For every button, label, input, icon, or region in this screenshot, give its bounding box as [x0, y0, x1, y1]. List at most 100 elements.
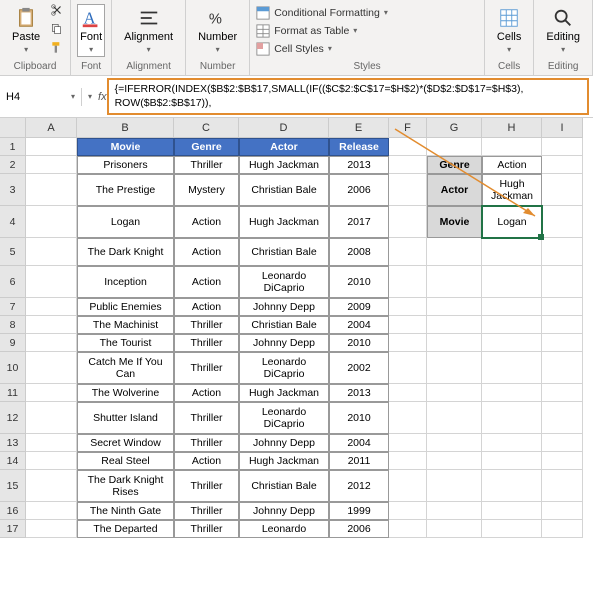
- row-header[interactable]: 15: [0, 470, 26, 502]
- cell[interactable]: [389, 402, 427, 434]
- cell[interactable]: [427, 266, 482, 298]
- row-header[interactable]: 11: [0, 384, 26, 402]
- row-header[interactable]: 4: [0, 206, 26, 238]
- cell[interactable]: [482, 384, 542, 402]
- format-table-button[interactable]: Format as Table▾: [256, 24, 388, 38]
- cells-button[interactable]: Cells ▾: [491, 5, 527, 56]
- cell-release[interactable]: 1999: [329, 502, 389, 520]
- cell[interactable]: [389, 266, 427, 298]
- cell-movie[interactable]: The Departed: [77, 520, 174, 538]
- cell-genre[interactable]: Action: [174, 452, 239, 470]
- cell[interactable]: [26, 298, 77, 316]
- row-header[interactable]: 7: [0, 298, 26, 316]
- cell-movie[interactable]: The Wolverine: [77, 384, 174, 402]
- cell[interactable]: [542, 206, 583, 238]
- cell-actor[interactable]: Leonardo: [239, 520, 329, 538]
- fx-icon[interactable]: fx: [98, 91, 107, 103]
- cell-movie[interactable]: The Dark Knight Rises: [77, 470, 174, 502]
- cell[interactable]: [482, 402, 542, 434]
- formula-input[interactable]: {=IFERROR(INDEX($B$2:$B$17,SMALL(IF(($C$…: [107, 78, 589, 115]
- cell[interactable]: [427, 138, 482, 156]
- cell[interactable]: [542, 138, 583, 156]
- cell[interactable]: [542, 238, 583, 266]
- cell[interactable]: [26, 238, 77, 266]
- cell-genre[interactable]: Action: [174, 238, 239, 266]
- cell-release[interactable]: 2017: [329, 206, 389, 238]
- cell-genre[interactable]: Action: [174, 206, 239, 238]
- format-painter-icon[interactable]: [50, 41, 64, 58]
- cell-release[interactable]: 2004: [329, 316, 389, 334]
- cell[interactable]: [389, 470, 427, 502]
- cell[interactable]: [389, 298, 427, 316]
- lookup-movie-value[interactable]: Logan: [482, 206, 542, 238]
- lookup-actor-value[interactable]: Hugh Jackman: [482, 174, 542, 206]
- col-header-c[interactable]: C: [174, 118, 239, 138]
- col-header-h[interactable]: H: [482, 118, 542, 138]
- cell-genre[interactable]: Thriller: [174, 520, 239, 538]
- row-header[interactable]: 8: [0, 316, 26, 334]
- cell-actor[interactable]: Johnny Depp: [239, 334, 329, 352]
- cell[interactable]: [26, 138, 77, 156]
- select-all-button[interactable]: [0, 118, 26, 138]
- col-header-e[interactable]: E: [329, 118, 389, 138]
- name-box[interactable]: H4▾: [0, 88, 82, 106]
- row-header[interactable]: 12: [0, 402, 26, 434]
- row-header[interactable]: 1: [0, 138, 26, 156]
- cell-actor[interactable]: Leonardo DiCaprio: [239, 352, 329, 384]
- cell-movie[interactable]: Prisoners: [77, 156, 174, 174]
- lookup-genre-value[interactable]: Action: [482, 156, 542, 174]
- cell[interactable]: [427, 402, 482, 434]
- cell[interactable]: [482, 470, 542, 502]
- cell[interactable]: [389, 452, 427, 470]
- paste-button[interactable]: Paste ▾: [6, 5, 46, 56]
- cell-styles-button[interactable]: Cell Styles▾: [256, 42, 388, 56]
- cell[interactable]: [427, 520, 482, 538]
- cell-release[interactable]: 2010: [329, 402, 389, 434]
- cell[interactable]: [389, 434, 427, 452]
- alignment-button[interactable]: Alignment ▾: [118, 5, 179, 56]
- cell-movie[interactable]: The Machinist: [77, 316, 174, 334]
- cell-genre[interactable]: Thriller: [174, 352, 239, 384]
- cell-movie[interactable]: Logan: [77, 206, 174, 238]
- col-header-f[interactable]: F: [389, 118, 427, 138]
- cell-movie[interactable]: The Tourist: [77, 334, 174, 352]
- cell[interactable]: [482, 334, 542, 352]
- cell[interactable]: [427, 384, 482, 402]
- row-header[interactable]: 9: [0, 334, 26, 352]
- cell-actor[interactable]: Hugh Jackman: [239, 156, 329, 174]
- cell[interactable]: [389, 156, 427, 174]
- cell-actor[interactable]: Christian Bale: [239, 174, 329, 206]
- lookup-genre-label[interactable]: Genre: [427, 156, 482, 174]
- cell-release[interactable]: 2008: [329, 238, 389, 266]
- cell-genre[interactable]: Thriller: [174, 156, 239, 174]
- cell[interactable]: [542, 316, 583, 334]
- cell[interactable]: [26, 334, 77, 352]
- cell[interactable]: [542, 352, 583, 384]
- cell-release[interactable]: 2011: [329, 452, 389, 470]
- cell-genre[interactable]: Thriller: [174, 316, 239, 334]
- lookup-actor-label[interactable]: Actor: [427, 174, 482, 206]
- col-header-b[interactable]: B: [77, 118, 174, 138]
- header-actor[interactable]: Actor: [239, 138, 329, 156]
- cell[interactable]: [482, 434, 542, 452]
- cell[interactable]: [542, 470, 583, 502]
- cell[interactable]: [26, 502, 77, 520]
- font-button[interactable]: A Font ▾: [77, 4, 105, 57]
- cell[interactable]: [482, 502, 542, 520]
- cell-movie[interactable]: Inception: [77, 266, 174, 298]
- cell-actor[interactable]: Hugh Jackman: [239, 384, 329, 402]
- cell[interactable]: [427, 334, 482, 352]
- cell-actor[interactable]: Johnny Depp: [239, 502, 329, 520]
- cell[interactable]: [26, 352, 77, 384]
- cell[interactable]: [26, 174, 77, 206]
- cell[interactable]: [482, 298, 542, 316]
- cell[interactable]: [389, 174, 427, 206]
- cell[interactable]: [26, 266, 77, 298]
- cell[interactable]: [542, 434, 583, 452]
- cell-movie[interactable]: The Dark Knight: [77, 238, 174, 266]
- row-header[interactable]: 5: [0, 238, 26, 266]
- cell[interactable]: [482, 316, 542, 334]
- cell-release[interactable]: 2004: [329, 434, 389, 452]
- cell-genre[interactable]: Mystery: [174, 174, 239, 206]
- cell-movie[interactable]: Catch Me If You Can: [77, 352, 174, 384]
